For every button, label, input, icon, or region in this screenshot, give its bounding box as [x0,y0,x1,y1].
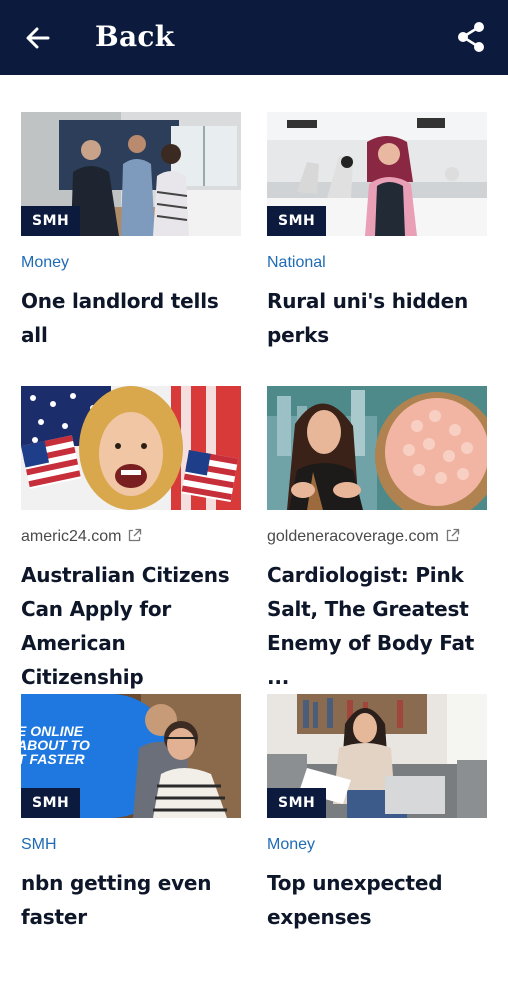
article-card[interactable]: E ONLINE ABOUT TO T FASTER SMH SMH nbn g… [21,694,241,934]
article-category: National [267,254,326,271]
source-badge: SMH [267,788,327,818]
article-card[interactable]: SMH Money One landlord tells all [21,112,241,352]
article-thumbnail[interactable] [267,386,487,510]
external-link-icon [446,528,459,542]
source-badge: SMH [267,206,327,236]
article-thumbnail[interactable] [21,386,241,510]
article-thumbnail[interactable]: E ONLINE ABOUT TO T FASTER SMH [21,694,241,818]
article-headline[interactable]: Top unexpected expenses [267,866,489,934]
share-icon[interactable] [454,20,488,54]
top-app-bar: Back [0,0,508,75]
back-arrow-icon[interactable] [22,22,54,54]
external-link-icon [129,528,142,542]
sponsor-domain[interactable]: americ24.com [21,528,142,546]
article-card[interactable]: SMH Money Top unexpected expenses [267,694,487,934]
source-badge: SMH [21,206,81,236]
article-headline[interactable]: nbn getting even faster [21,866,243,934]
source-badge: SMH [21,788,81,818]
article-category: SMH [21,836,57,853]
sponsored-card[interactable]: americ24.com Australian Citizens Can App… [21,386,241,689]
back-label[interactable]: Back [95,20,174,53]
sponsored-card[interactable]: goldeneracoverage.com Cardiologist: Pink… [267,386,487,689]
article-headline[interactable]: One landlord tells all [21,284,243,352]
article-headline[interactable]: Australian Citizens Can Apply for Americ… [21,558,243,694]
article-headline[interactable]: Rural uni's hidden perks [267,284,489,352]
article-thumbnail[interactable]: SMH [267,112,487,236]
article-headline[interactable]: Cardiologist: Pink Salt, The Greatest En… [267,558,489,694]
sponsor-domain-text: americ24.com [21,528,122,545]
sponsor-domain-text: goldeneracoverage.com [267,528,439,545]
article-thumbnail[interactable]: SMH [21,112,241,236]
article-card[interactable]: SMH National Rural uni's hidden perks [267,112,487,352]
article-category: Money [21,254,70,271]
thumbnail-text-line: T FASTER [21,751,86,767]
sponsor-domain[interactable]: goldeneracoverage.com [267,528,460,546]
article-thumbnail[interactable]: SMH [267,694,487,818]
article-category: Money [267,836,316,853]
